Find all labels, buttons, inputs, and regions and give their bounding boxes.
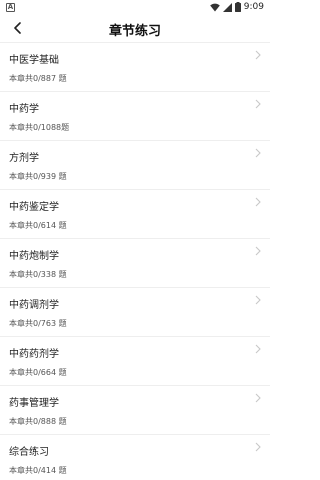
chevron-right-icon xyxy=(255,344,261,354)
chevron-right-icon xyxy=(255,246,261,256)
chapter-title: 方剂学 xyxy=(9,153,39,164)
chevron-right-icon xyxy=(255,148,261,158)
chapter-item-7[interactable]: 中药药剂学 本章共0/664 题 xyxy=(0,336,270,385)
battery-icon xyxy=(234,2,241,12)
status-time: 9:09 xyxy=(243,2,264,12)
status-left: A xyxy=(6,2,15,12)
chevron-right-icon xyxy=(255,442,261,452)
notification-a-icon: A xyxy=(6,2,15,12)
signal-icon xyxy=(222,2,232,12)
chapter-title: 中药调剂学 xyxy=(9,300,59,311)
chapter-item-5[interactable]: 中药炮制学 本章共0/338 题 xyxy=(0,238,270,287)
chapter-item-6[interactable]: 中药调剂学 本章共0/763 题 xyxy=(0,287,270,336)
chapter-count: 本章共0/338 题 xyxy=(9,270,67,279)
status-right: 9:09 xyxy=(209,2,264,12)
app-bar: 章节练习 xyxy=(0,14,270,42)
chapter-item-3[interactable]: 方剂学 本章共0/939 题 xyxy=(0,140,270,189)
chapter-count: 本章共0/887 题 xyxy=(9,74,67,83)
chapter-count: 本章共0/664 题 xyxy=(9,368,67,377)
chapter-title: 中医学基础 xyxy=(9,55,59,66)
chapter-count: 本章共0/939 题 xyxy=(9,172,67,181)
chapter-item-1[interactable]: 中医学基础 本章共0/887 题 xyxy=(0,42,270,91)
chapter-item-8[interactable]: 药事管理学 本章共0/888 题 xyxy=(0,385,270,434)
chapter-title: 中药炮制学 xyxy=(9,251,59,262)
chapter-list: 中医学基础 本章共0/887 题 中药学 本章共0/1088题 方剂学 本章共0… xyxy=(0,42,270,480)
chapter-count: 本章共0/888 题 xyxy=(9,417,67,426)
chapter-item-4[interactable]: 中药鉴定学 本章共0/614 题 xyxy=(0,189,270,238)
chevron-right-icon xyxy=(255,393,261,403)
chapter-title: 中药学 xyxy=(9,104,39,115)
chapter-count: 本章共0/763 题 xyxy=(9,319,67,328)
chapter-count: 本章共0/614 题 xyxy=(9,221,67,230)
status-bar: A 9:09 xyxy=(0,0,270,14)
chapter-count: 本章共0/414 题 xyxy=(9,466,67,475)
chapter-title: 综合练习 xyxy=(9,447,49,458)
wifi-icon xyxy=(209,3,220,11)
page-title: 章节练习 xyxy=(108,24,161,39)
chapter-title: 药事管理学 xyxy=(9,398,59,409)
chevron-right-icon xyxy=(255,99,261,109)
chapter-count: 本章共0/1088题 xyxy=(9,123,70,132)
chapter-title: 中药药剂学 xyxy=(9,349,59,360)
chevron-right-icon xyxy=(255,295,261,305)
chapter-item-2[interactable]: 中药学 本章共0/1088题 xyxy=(0,91,270,140)
chapter-item-9[interactable]: 综合练习 本章共0/414 题 xyxy=(0,434,270,480)
chevron-right-icon xyxy=(255,50,261,60)
chevron-right-icon xyxy=(255,197,261,207)
chapter-title: 中药鉴定学 xyxy=(9,202,59,213)
